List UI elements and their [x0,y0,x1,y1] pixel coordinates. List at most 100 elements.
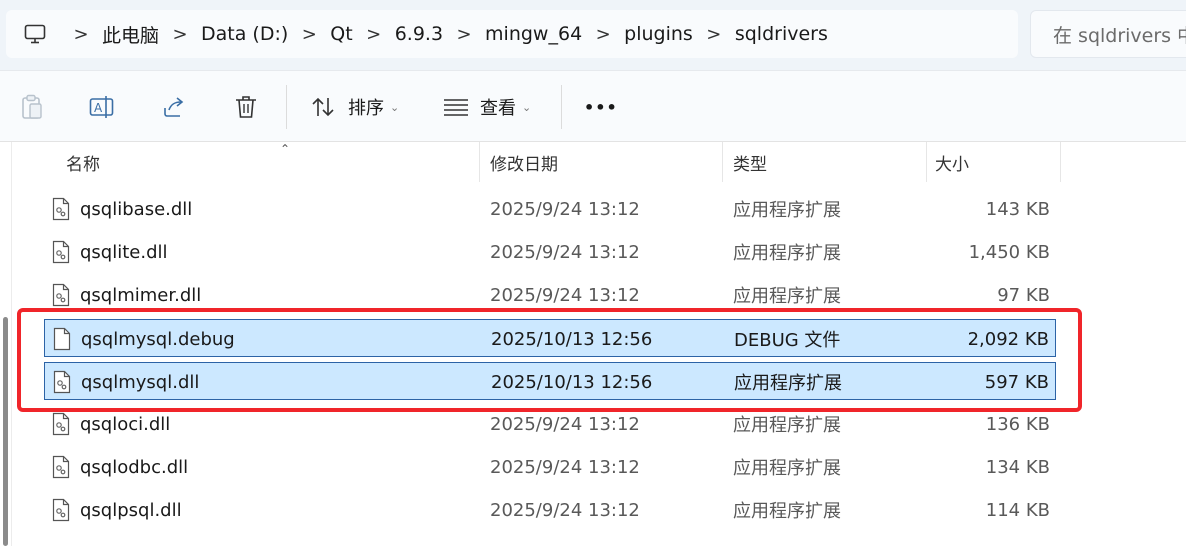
sort-label: 排序 [348,98,384,119]
file-name-cell[interactable]: qsqlmimer.dll [52,276,201,314]
breadcrumb-data-drive[interactable]: Data (D:) [197,23,292,45]
file-name-cell[interactable]: qsqlmysql.debug [53,320,235,358]
file-size: 143 KB [985,198,1050,220]
scrollbar-thumb[interactable] [3,317,8,546]
blank-file-icon [53,327,71,351]
dll-file-icon [52,240,70,264]
breadcrumb-sqldrivers[interactable]: sqldrivers [731,23,832,45]
column-header-type[interactable]: 类型 [723,142,927,182]
breadcrumb-this-pc[interactable]: 此电脑 [98,21,163,48]
chevron-down-icon: ⌄ [390,100,400,114]
file-type: 应用程序扩展 [733,243,841,264]
chevron-right-icon[interactable]: > [447,24,481,45]
file-row[interactable]: qsqlodbc.dll 2025/9/24 13:12 应用程序扩展 134 KB [44,448,1056,486]
file-name-cell[interactable]: qsqlodbc.dll [52,448,188,486]
chevron-right-icon[interactable]: > [586,24,620,45]
search-input[interactable]: 在 sqldrivers 中 [1030,10,1186,58]
chevron-down-icon: ⌄ [522,100,532,114]
file-row[interactable]: qsqlmysql.debug 2025/10/13 12:56 DEBUG 文件 2… [44,319,1056,357]
file-date: 2025/9/24 13:12 [490,241,640,263]
file-name-cell[interactable]: qsqloci.dll [52,405,170,443]
share-icon [154,87,194,127]
file-type: 应用程序扩展 [733,501,841,522]
view-button[interactable]: 查看 ⌄ [436,87,531,127]
file-date: 2025/10/13 12:56 [491,328,653,350]
breadcrumb-qt[interactable]: Qt [326,23,356,45]
file-row[interactable]: qsqlibase.dll 2025/9/24 13:12 应用程序扩展 143 KB [44,190,1056,228]
rename-button[interactable]: A [82,87,122,127]
file-name: qsqlmysql.dll [81,371,200,393]
file-type: 应用程序扩展 [733,458,841,479]
view-icon [436,87,476,127]
file-size: 136 KB [985,413,1050,435]
column-name-label: 名称 [66,154,100,175]
toolbar-divider [561,85,562,129]
file-name-cell[interactable]: qsqlite.dll [52,233,168,271]
file-name: qsqlmysql.debug [81,328,235,350]
command-bar: A 排序 ⌄ 查看 ⌄ ••• [0,70,1186,142]
file-date: 2025/9/24 13:12 [490,413,640,435]
file-name: qsqlite.dll [80,241,168,263]
vertical-scrollbar[interactable] [0,142,12,546]
column-header-size[interactable]: 大小 [927,142,1061,182]
file-name: qsqloci.dll [80,413,171,435]
column-size-label: 大小 [935,154,969,175]
file-row[interactable]: qsqlpsql.dll 2025/9/24 13:12 应用程序扩展 114 KB [44,491,1056,529]
dll-file-icon [52,283,70,307]
breadcrumb-mingw[interactable]: mingw_64 [481,23,586,45]
view-label: 查看 [480,98,516,119]
file-name: qsqlodbc.dll [80,456,189,478]
file-size: 134 KB [985,456,1050,478]
svg-text:A: A [94,101,103,115]
chevron-right-icon[interactable]: > [163,24,197,45]
chevron-right-icon[interactable]: > [64,24,98,45]
dll-file-icon [53,370,71,394]
file-name-cell[interactable]: qsqlmysql.dll [53,363,199,401]
breadcrumb-plugins[interactable]: plugins [620,23,697,45]
file-type: 应用程序扩展 [733,286,841,307]
file-row[interactable]: qsqlmysql.dll 2025/10/13 12:56 应用程序扩展 597 K… [44,362,1056,400]
address-bar[interactable]: > 此电脑 > Data (D:) > Qt > 6.9.3 > mingw_6… [6,10,1018,58]
file-row[interactable]: qsqlmimer.dll 2025/9/24 13:12 应用程序扩展 97 KB [44,276,1056,314]
delete-button[interactable] [226,87,266,127]
file-date: 2025/10/13 12:56 [491,371,653,393]
dll-file-icon [52,455,70,479]
file-type: 应用程序扩展 [734,373,842,394]
column-type-label: 类型 [733,154,767,175]
file-type: 应用程序扩展 [733,200,841,221]
more-icon: ••• [584,97,618,117]
file-type: DEBUG 文件 [734,330,841,351]
sort-icon [304,87,344,127]
share-button[interactable] [154,87,194,127]
computer-icon[interactable] [6,10,64,58]
rename-icon: A [82,87,122,127]
delete-icon [226,87,266,127]
dll-file-icon [52,197,70,221]
address-area: > 此电脑 > Data (D:) > Qt > 6.9.3 > mingw_6… [0,0,1186,70]
file-name-cell[interactable]: qsqlpsql.dll [52,491,182,529]
column-header-name[interactable]: 名称 [18,142,480,182]
file-date: 2025/9/24 13:12 [490,499,640,521]
file-size: 97 KB [997,284,1050,306]
sort-ascending-icon: ⌃ [280,142,291,156]
column-date-label: 修改日期 [490,154,558,175]
file-size: 2,092 KB [967,328,1049,350]
file-name-cell[interactable]: qsqlibase.dll [52,190,192,228]
file-list-pane: 名称 ⌃ 修改日期 类型 大小 qsqlibase.dll 2025/9/24 1… [0,142,1186,546]
file-date: 2025/9/24 13:12 [490,198,640,220]
file-size: 597 KB [984,371,1049,393]
chevron-right-icon[interactable]: > [292,24,326,45]
sort-button[interactable]: 排序 ⌄ [304,87,399,127]
breadcrumb-version[interactable]: 6.9.3 [391,23,447,45]
chevron-right-icon[interactable]: > [697,24,731,45]
file-size: 1,450 KB [968,241,1050,263]
paste-button[interactable] [12,87,52,127]
file-row[interactable]: qsqloci.dll 2025/9/24 13:12 应用程序扩展 136 KB [44,405,1056,443]
column-header-date[interactable]: 修改日期 [480,142,723,182]
file-row[interactable]: qsqlite.dll 2025/9/24 13:12 应用程序扩展 1,450 KB [44,233,1056,271]
more-options-button[interactable]: ••• [584,87,618,127]
file-size: 114 KB [985,499,1050,521]
file-date: 2025/9/24 13:12 [490,284,640,306]
chevron-right-icon[interactable]: > [357,24,391,45]
file-name: qsqlpsql.dll [80,499,182,521]
